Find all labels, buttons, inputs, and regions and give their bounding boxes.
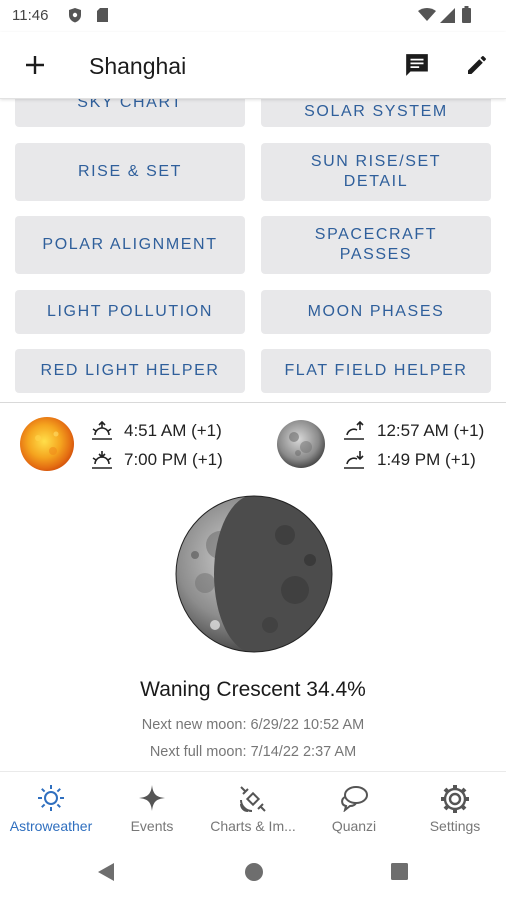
next-full-moon: Next full moon: 7/14/22 2:37 AM [149,744,357,760]
next-new-moon: Next new moon: 6/29/22 10:52 AM [141,717,365,733]
flat-field-helper-button[interactable]: FLAT FIELD HELPER [261,349,491,393]
sun-rise-set-detail-label: SUN RISE/SET DETAIL [310,153,442,190]
app-bar: Shanghai [0,32,506,99]
moonrise-time: 12:57 AM (+1) [377,421,485,440]
sky-chart-button[interactable]: SKY CHART [15,99,245,127]
nav-charts-label: Charts & Im... [210,818,296,834]
status-time: 11:46 [12,7,49,24]
rise-set-button[interactable]: RISE & SET [15,143,245,201]
sunrise-icon [90,420,114,447]
sunrise-time: 4:51 AM (+1) [124,421,222,440]
cell-signal-icon [440,8,455,28]
sun-image [18,416,76,477]
feedback-button[interactable] [402,50,432,80]
nav-events[interactable]: Events [102,772,202,844]
nav-quanzi[interactable]: Quanzi [304,772,404,844]
sparkle-icon [138,784,166,817]
solar-system-label: SOLAR SYSTEM [304,103,448,120]
add-location-button[interactable] [20,50,50,80]
back-triangle-icon [98,863,114,881]
page-title: Shanghai [89,53,187,79]
plus-icon [26,56,44,74]
shield-icon [68,7,82,28]
sun-icon [37,784,65,817]
polar-alignment-button[interactable]: POLAR ALIGNMENT [15,216,245,274]
polar-alignment-label: POLAR ALIGNMENT [42,236,218,253]
moonrise-icon [342,420,368,447]
back-button[interactable] [97,862,115,887]
moon-phases-label: MOON PHASES [307,303,445,320]
nav-quanzi-label: Quanzi [331,818,377,834]
moon-phase-name: Waning Crescent 34.4% [140,678,366,701]
nav-events-label: Events [130,818,174,834]
light-pollution-button[interactable]: LIGHT POLLUTION [15,290,245,334]
spacecraft-passes-label: SPACECRAFT PASSES [314,226,438,263]
system-navigation-bar [0,843,506,900]
spacecraft-passes-button[interactable]: SPACECRAFT PASSES [261,216,491,274]
moonset-time: 1:49 PM (+1) [377,450,476,469]
home-button[interactable] [244,862,264,887]
moonset-icon [342,449,368,476]
flat-field-helper-label: FLAT FIELD HELPER [284,362,468,379]
nav-astroweather-label: Astroweather [9,818,93,834]
nav-astroweather[interactable]: Astroweather [0,772,102,844]
battery-icon [462,6,471,28]
recents-square-icon [391,863,408,880]
gear-icon [440,784,470,819]
edit-button[interactable] [462,50,492,80]
nav-settings-label: Settings [429,818,481,834]
red-light-helper-button[interactable]: RED LIGHT HELPER [15,349,245,393]
red-light-helper-label: RED LIGHT HELPER [40,362,220,379]
nav-charts[interactable]: Charts & Im... [202,772,304,844]
rise-set-label: RISE & SET [77,163,183,180]
sunset-icon [90,449,114,476]
moon-phase-image [175,495,333,658]
status-bar: 11:46 [0,0,506,32]
moon-small-image [276,419,326,474]
solar-system-button[interactable]: SOLAR SYSTEM [261,99,491,127]
sd-card-icon [96,7,109,28]
chat-bubbles-icon [339,784,369,817]
satellite-icon [238,784,268,819]
section-divider [0,402,506,403]
moon-phases-button[interactable]: MOON PHASES [261,290,491,334]
tools-grid: SKY CHART SOLAR SYSTEM RISE & SET SUN RI… [0,99,506,398]
light-pollution-label: LIGHT POLLUTION [47,303,213,320]
home-circle-icon [245,863,263,881]
sun-rise-set-detail-button[interactable]: SUN RISE/SET DETAIL [261,143,491,201]
sky-chart-label: SKY CHART [77,99,183,111]
comment-icon [406,54,428,76]
sunset-time: 7:00 PM (+1) [124,450,223,469]
pencil-icon [468,56,486,74]
recents-button[interactable] [390,862,409,886]
bottom-navigation: Astroweather Events Charts & Im... Quanz… [0,771,506,844]
wifi-icon [418,8,436,27]
nav-settings[interactable]: Settings [404,772,506,844]
